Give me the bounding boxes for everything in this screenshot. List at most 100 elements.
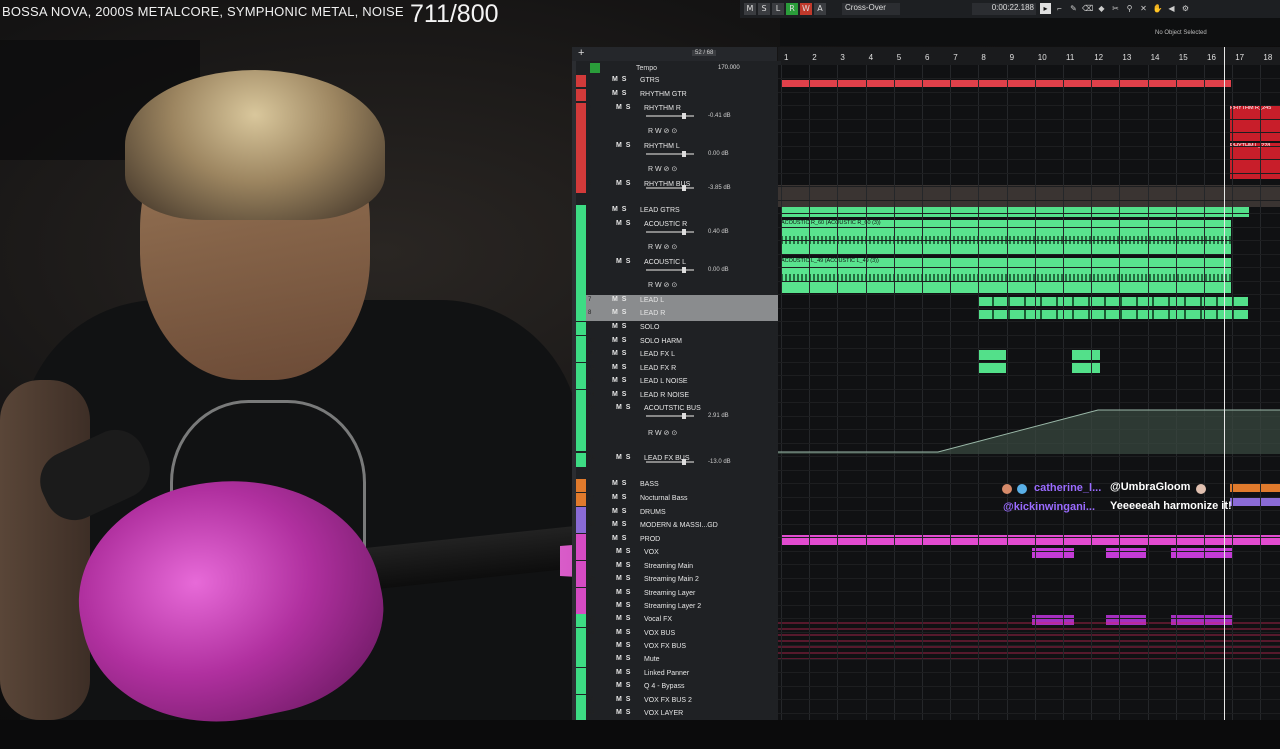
track-row[interactable]: M S Linked Panner <box>576 668 781 681</box>
mute-solo-buttons[interactable]: M S <box>616 682 630 689</box>
volume-fader-handle[interactable] <box>682 413 686 419</box>
track-name[interactable]: VOX <box>644 549 659 556</box>
mute-solo-buttons[interactable]: M S <box>616 615 630 622</box>
track-name[interactable]: Streaming Layer 2 <box>644 603 701 610</box>
volume-fader-handle[interactable] <box>682 459 686 465</box>
mute-solo-buttons[interactable]: M S <box>616 220 630 227</box>
track-name[interactable]: VOX FX BUS 2 <box>644 697 692 704</box>
track-row[interactable]: 27 M S Nocturnal Bass <box>576 493 781 506</box>
volume-fader[interactable] <box>646 153 694 155</box>
lead-fx-r-clip-1[interactable] <box>978 363 1006 373</box>
track-row[interactable]: 1 M S RHYTHM R -0.41 dB R W ⊘ ⊙ <box>576 103 781 141</box>
mute-solo-buttons[interactable]: M S <box>616 562 630 569</box>
volume-fader[interactable] <box>646 415 694 417</box>
mute-tool-icon[interactable]: ✕ <box>1138 3 1149 14</box>
mute-solo-buttons[interactable]: M S <box>612 337 626 344</box>
mute-solo-buttons[interactable]: M S <box>616 589 630 596</box>
mute-solo-buttons[interactable]: M S <box>612 309 626 316</box>
track-name[interactable]: Nocturnal Bass <box>640 495 687 502</box>
track-row[interactable]: M S RHYTHM GTR <box>576 89 781 101</box>
read-write-buttons[interactable]: R W ⊘ ⊙ <box>648 281 677 289</box>
zoom-tool-icon[interactable]: ⚲ <box>1124 3 1135 14</box>
track-name[interactable]: PROD <box>640 536 660 543</box>
track-name[interactable]: VOX BUS <box>644 630 675 637</box>
vox-clip-1[interactable] <box>1032 548 1074 558</box>
track-name[interactable]: Q 4 - Bypass <box>644 683 684 690</box>
track-name[interactable]: RHYTHM R <box>644 105 681 112</box>
lead-fx-l-clip-1[interactable] <box>978 350 1006 360</box>
mute-solo-buttons[interactable]: M S <box>612 377 626 384</box>
track-name[interactable]: LEAD R NOISE <box>640 392 689 399</box>
track-row[interactable]: M S GTRS <box>576 75 781 87</box>
track-name[interactable]: BASS <box>640 481 659 488</box>
lead-r-clips[interactable] <box>978 310 1248 319</box>
track-row[interactable]: M S Streaming Layer <box>576 588 781 601</box>
speaker-tool-icon[interactable]: ◀ <box>1166 3 1177 14</box>
track-name[interactable]: Streaming Main <box>644 563 693 570</box>
hand-tool-icon[interactable]: ✋ <box>1152 3 1163 14</box>
read-button[interactable]: R <box>786 3 798 15</box>
mute-solo-buttons[interactable]: M S <box>612 364 626 371</box>
glue-tool-icon[interactable]: ◆ <box>1096 3 1107 14</box>
mute-solo-buttons[interactable]: M S <box>612 90 626 97</box>
mute-solo-buttons[interactable]: M S <box>616 602 630 609</box>
mute-solo-buttons[interactable]: M S <box>616 655 630 662</box>
volume-fader[interactable] <box>646 187 694 189</box>
track-name[interactable]: RHYTHM GTR <box>640 91 687 98</box>
track-name[interactable]: LEAD FX L <box>640 351 675 358</box>
track-name[interactable]: LEAD R <box>640 310 665 317</box>
crossfade-select[interactable]: Cross-Over <box>842 3 900 15</box>
tempo-track[interactable]: Tempo 170.000 <box>576 63 781 75</box>
drums-clip[interactable] <box>1230 497 1280 506</box>
track-name[interactable]: LEAD GTRS <box>640 207 680 214</box>
mute-solo-buttons[interactable]: M S <box>612 76 626 83</box>
track-row[interactable]: 12 M S LEAD FX R <box>576 363 781 376</box>
volume-fader[interactable] <box>646 461 694 463</box>
track-row[interactable]: M S BASS <box>576 479 781 492</box>
track-row[interactable]: 7 M S LEAD L <box>576 295 781 308</box>
track-name[interactable]: Streaming Layer <box>644 590 695 597</box>
bass-clip[interactable] <box>1230 483 1280 492</box>
track-name[interactable]: SOLO <box>640 324 659 331</box>
track-row[interactable]: 6 M S ACOUSTIC L 0.00 dB R W ⊘ ⊙ <box>576 257 781 295</box>
mute-solo-buttons[interactable]: M S <box>616 709 630 716</box>
track-name[interactable]: ACOUSTIC L <box>644 259 686 266</box>
automation-button[interactable]: A <box>814 3 826 15</box>
track-name[interactable]: SOLO HARM <box>640 338 682 345</box>
track-name[interactable]: Vocal FX <box>644 616 672 623</box>
playhead-cursor[interactable] <box>1224 47 1225 720</box>
track-name[interactable]: MODERN & MASSI...GD <box>640 522 718 529</box>
track-row[interactable]: 2 M S RHYTHM L 0.00 dB R W ⊘ ⊙ <box>576 141 781 179</box>
lead-fx-r-clip-2[interactable] <box>1072 363 1100 373</box>
mute-solo-buttons[interactable]: M S <box>612 480 626 487</box>
volume-fader[interactable] <box>646 269 694 271</box>
settings-icon[interactable]: ⚙ <box>1180 3 1191 14</box>
volume-fader-handle[interactable] <box>682 229 686 235</box>
track-row[interactable]: 23 M S LEAD FX BUS -13.0 dB <box>576 453 781 467</box>
mute-solo-buttons[interactable]: M S <box>616 142 630 149</box>
solo-button[interactable]: S <box>758 3 770 15</box>
mute-solo-buttons[interactable]: M S <box>612 521 626 528</box>
mute-solo-buttons[interactable]: M S <box>612 508 626 515</box>
volume-fader[interactable] <box>646 115 694 117</box>
pointer-tool-icon[interactable]: ▸ <box>1040 3 1051 14</box>
read-write-buttons[interactable]: R W ⊘ ⊙ <box>648 165 677 173</box>
track-name[interactable]: LEAD L NOISE <box>640 378 688 385</box>
track-row[interactable]: M S DRUMS <box>576 507 781 520</box>
read-write-buttons[interactable]: R W ⊘ ⊙ <box>648 127 677 135</box>
mute-solo-buttons[interactable]: M S <box>616 180 630 187</box>
track-row[interactable]: 8 M S LEAD R <box>576 308 781 321</box>
track-row[interactable]: 10 M S SOLO HARM <box>576 336 781 349</box>
track-row[interactable]: M S VOX FX BUS <box>576 641 781 654</box>
mute-solo-buttons[interactable]: M S <box>616 642 630 649</box>
track-name[interactable]: VOX FX BUS <box>644 643 686 650</box>
track-name[interactable]: ACOUTSTIC BUS <box>644 405 701 412</box>
track-row[interactable]: 38 M S MODERN & MASSI...GD <box>576 520 781 533</box>
track-row[interactable]: 61 M S VOX FX BUS 2 <box>576 695 781 708</box>
volume-fader-handle[interactable] <box>682 267 686 273</box>
track-row[interactable]: M S Q 4 - Bypass <box>576 681 781 694</box>
track-name[interactable]: RHYTHM L <box>644 143 680 150</box>
lead-fx-l-clip-2[interactable] <box>1072 350 1100 360</box>
mute-solo-buttons[interactable]: M S <box>612 323 626 330</box>
mute-button[interactable]: M <box>744 3 756 15</box>
